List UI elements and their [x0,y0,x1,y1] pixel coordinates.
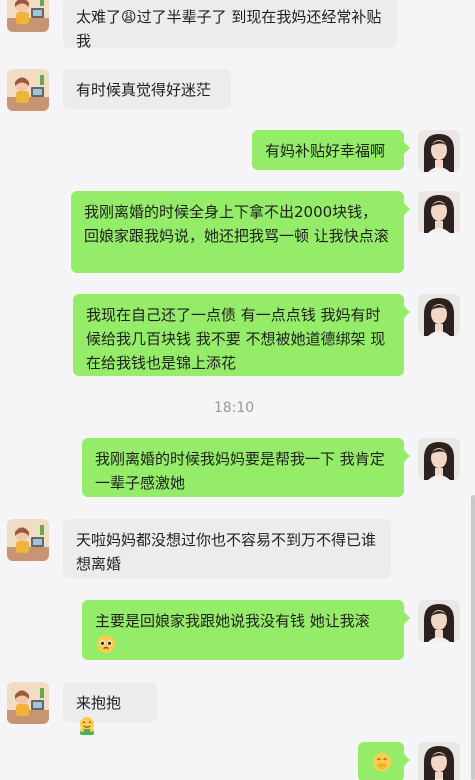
message-text: 我刚离婚的时候全身上下拿不出2000块钱，回娘家跟我妈说，她还把我骂一顿 让我快… [84,203,389,245]
message-bubble[interactable]: 有妈补贴好幸福啊 [252,130,410,170]
chat-history[interactable]: 太难了😩过了半辈子了 到现在我妈还经常补贴我 有时候真觉得好迷茫 有妈补贴好幸福… [0,0,475,780]
self-avatar[interactable] [418,191,460,233]
self-avatar[interactable] [418,294,460,336]
message-bubble[interactable]: 有时候真觉得好迷茫 [63,69,231,109]
contact-avatar-icon [7,682,49,724]
contact-avatar-icon [7,519,49,561]
hugging-face-icon [80,717,94,735]
message-text: 我现在自己还了一点债 有一点点钱 我妈有时候给我几百块钱 我不要 不想被她道德绑… [86,306,386,372]
self-avatar-icon [418,600,460,642]
contact-avatar-icon [7,0,49,32]
self-avatar-icon [418,191,460,233]
message-text: 主要是回娘家我跟她说我没有钱 她让我滚 [95,612,370,630]
contact-avatar[interactable] [7,519,49,561]
self-avatar[interactable] [418,438,460,480]
message-text: 有时候真觉得好迷茫 [76,81,212,99]
self-avatar-icon [418,742,460,780]
pleading-face-icon [97,635,115,653]
message-text: 我刚离婚的时候我妈妈要是帮我一下 我肯定一辈子感激她 [95,450,385,492]
contact-avatar[interactable] [7,682,49,724]
self-avatar[interactable] [418,130,460,172]
self-avatar-icon [418,294,460,336]
message-bubble[interactable]: 太难了😩过了半辈子了 到现在我妈还经常补贴我 [63,0,397,50]
self-avatar[interactable] [418,600,460,642]
hand-over-mouth-face-icon [373,753,391,771]
message-bubble[interactable]: 天啦妈妈都没想过你也不容易不到万不得已谁想离婚 [63,519,391,578]
message-bubble[interactable]: 我刚离婚的时候我妈妈要是帮我一下 我肯定一辈子感激她 [82,438,410,497]
message-text: 太难了😩过了半辈子了 到现在我妈还经常补贴我 [76,8,382,50]
message-bubble[interactable] [358,742,410,780]
contact-avatar[interactable] [7,0,49,32]
message-text: 来抱抱 [76,694,122,712]
contact-avatar[interactable] [7,69,49,111]
message-bubble[interactable]: 来抱抱 [63,682,157,735]
message-timestamp: 18:10 [213,400,255,416]
self-avatar-icon [418,130,460,172]
self-avatar-icon [418,438,460,480]
message-bubble[interactable]: 我现在自己还了一点债 有一点点钱 我妈有时候给我几百块钱 我不要 不想被她道德绑… [73,294,410,376]
message-bubble[interactable]: 主要是回娘家我跟她说我没有钱 她让我滚 [82,600,410,660]
message-text: 有妈补贴好幸福啊 [265,142,386,160]
self-avatar[interactable] [418,742,460,780]
message-bubble[interactable]: 我刚离婚的时候全身上下拿不出2000块钱，回娘家跟我妈说，她还把我骂一顿 让我快… [71,191,410,273]
message-text: 天啦妈妈都没想过你也不容易不到万不得已谁想离婚 [76,531,377,573]
contact-avatar-icon [7,69,49,111]
chat-scrollbar[interactable] [471,495,475,780]
